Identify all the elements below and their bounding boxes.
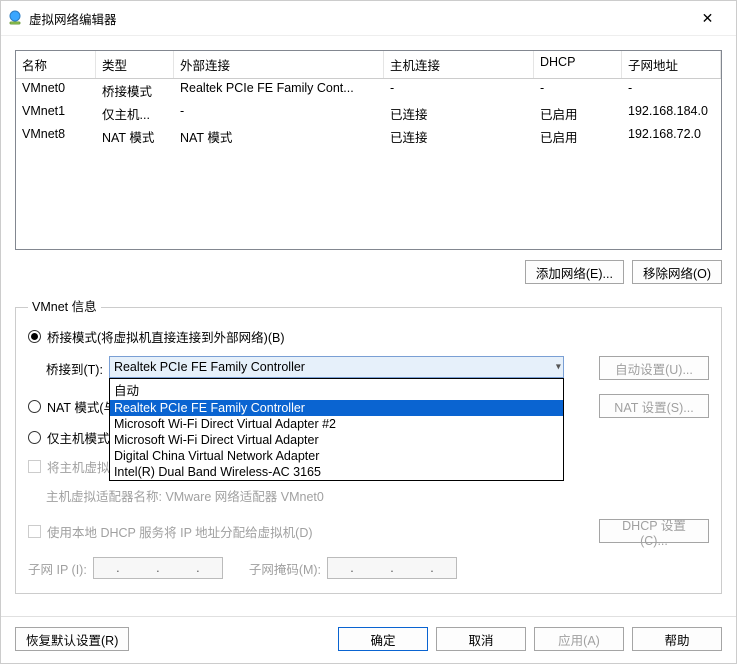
bridge-to-row: 桥接到(T): Realtek PCIe FE Family Controlle… xyxy=(46,356,709,380)
cancel-button[interactable]: 取消 xyxy=(436,627,526,651)
combo-selected-text: Realtek PCIe FE Family Controller xyxy=(114,360,305,374)
checkbox-connect-host-label: 将主机虚拟 xyxy=(47,457,110,476)
vmnet-info-fieldset: VMnet 信息 桥接模式(将虚拟机直接连接到外部网络)(B) 桥接到(T): … xyxy=(15,298,722,594)
bridge-adapter-container: Realtek PCIe FE Family Controller ▾ 自动 R… xyxy=(109,356,581,378)
th-type[interactable]: 类型 xyxy=(96,51,174,78)
combo-option[interactable]: Realtek PCIe FE Family Controller xyxy=(110,400,563,416)
table-row[interactable]: VMnet1 仅主机... - 已连接 已启用 192.168.184.0 xyxy=(16,102,721,125)
dhcp-settings-button[interactable]: DHCP 设置(C)... xyxy=(599,519,709,543)
bridge-adapter-combo[interactable]: Realtek PCIe FE Family Controller ▾ xyxy=(109,356,564,378)
radio-bridge[interactable] xyxy=(28,330,41,343)
nat-settings-button[interactable]: NAT 设置(S)... xyxy=(599,394,709,418)
window-frame: 虚拟网络编辑器 ✕ 名称 类型 外部连接 主机连接 DHCP 子网地址 VMne… xyxy=(0,0,737,664)
bridge-to-label: 桥接到(T): xyxy=(46,356,103,378)
combo-option[interactable]: Microsoft Wi-Fi Direct Virtual Adapter #… xyxy=(110,416,563,432)
apply-button[interactable]: 应用(A) xyxy=(534,627,624,651)
checkbox-dhcp-label: 使用本地 DHCP 服务将 IP 地址分配给虚拟机(D) xyxy=(47,522,313,541)
titlebar: 虚拟网络编辑器 ✕ xyxy=(1,1,736,36)
combo-option[interactable]: Digital China Virtual Network Adapter xyxy=(110,448,563,464)
content-area: 名称 类型 外部连接 主机连接 DHCP 子网地址 VMnet0 桥接模式 Re… xyxy=(1,36,736,616)
subnet-mask-label: 子网掩码(M): xyxy=(249,559,321,578)
radio-bridge-label[interactable]: 桥接模式(将虚拟机直接连接到外部网络)(B) xyxy=(47,327,285,346)
fieldset-legend: VMnet 信息 xyxy=(28,296,101,315)
radio-bridge-row: 桥接模式(将虚拟机直接连接到外部网络)(B) xyxy=(28,327,709,346)
window-title: 虚拟网络编辑器 xyxy=(29,9,685,28)
bridge-adapter-dropdown: 自动 Realtek PCIe FE Family Controller Mic… xyxy=(109,378,564,481)
th-name[interactable]: 名称 xyxy=(16,51,96,78)
table-header: 名称 类型 外部连接 主机连接 DHCP 子网地址 xyxy=(16,51,721,79)
dialog-footer: 恢复默认设置(R) 确定 取消 应用(A) 帮助 xyxy=(1,616,736,663)
checkbox-connect-host[interactable] xyxy=(28,460,41,473)
radio-hostonly-label[interactable]: 仅主机模式 xyxy=(47,428,110,447)
th-subnet[interactable]: 子网地址 xyxy=(622,51,721,78)
restore-defaults-button[interactable]: 恢复默认设置(R) xyxy=(15,627,129,651)
app-icon xyxy=(7,10,23,26)
subnet-ip-row: 子网 IP (I): ... 子网掩码(M): ... xyxy=(28,557,709,579)
table-body: VMnet0 桥接模式 Realtek PCIe FE Family Cont.… xyxy=(16,79,721,148)
combo-option[interactable]: Intel(R) Dual Band Wireless-AC 3165 xyxy=(110,464,563,480)
host-adapter-name-row: 主机虚拟适配器名称: VMware 网络适配器 VMnet0 xyxy=(46,486,709,505)
chevron-down-icon: ▾ xyxy=(556,362,561,373)
subnet-ip-label: 子网 IP (I): xyxy=(28,559,87,578)
radio-hostonly[interactable] xyxy=(28,431,41,444)
dhcp-checkbox-row: 使用本地 DHCP 服务将 IP 地址分配给虚拟机(D) DHCP 设置(C).… xyxy=(28,519,709,543)
th-external[interactable]: 外部连接 xyxy=(174,51,384,78)
combo-option[interactable]: Microsoft Wi-Fi Direct Virtual Adapter xyxy=(110,432,563,448)
help-button[interactable]: 帮助 xyxy=(632,627,722,651)
add-network-button[interactable]: 添加网络(E)... xyxy=(525,260,624,284)
checkbox-dhcp[interactable] xyxy=(28,525,41,538)
close-button[interactable]: ✕ xyxy=(685,3,730,33)
th-host[interactable]: 主机连接 xyxy=(384,51,534,78)
remove-network-button[interactable]: 移除网络(O) xyxy=(632,260,722,284)
subnet-mask-input[interactable]: ... xyxy=(327,557,457,579)
th-dhcp[interactable]: DHCP xyxy=(534,51,622,78)
ok-button[interactable]: 确定 xyxy=(338,627,428,651)
host-adapter-name-label: 主机虚拟适配器名称: VMware 网络适配器 VMnet0 xyxy=(46,486,324,505)
auto-settings-button[interactable]: 自动设置(U)... xyxy=(599,356,709,380)
radio-nat[interactable] xyxy=(28,400,41,413)
table-action-row: 添加网络(E)... 移除网络(O) xyxy=(15,260,722,284)
network-table: 名称 类型 外部连接 主机连接 DHCP 子网地址 VMnet0 桥接模式 Re… xyxy=(15,50,722,250)
subnet-ip-input[interactable]: ... xyxy=(93,557,223,579)
radio-nat-label[interactable]: NAT 模式(与 xyxy=(47,397,116,416)
combo-option[interactable]: 自动 xyxy=(110,379,563,400)
table-row[interactable]: VMnet8 NAT 模式 NAT 模式 已连接 已启用 192.168.72.… xyxy=(16,125,721,148)
table-row[interactable]: VMnet0 桥接模式 Realtek PCIe FE Family Cont.… xyxy=(16,79,721,102)
